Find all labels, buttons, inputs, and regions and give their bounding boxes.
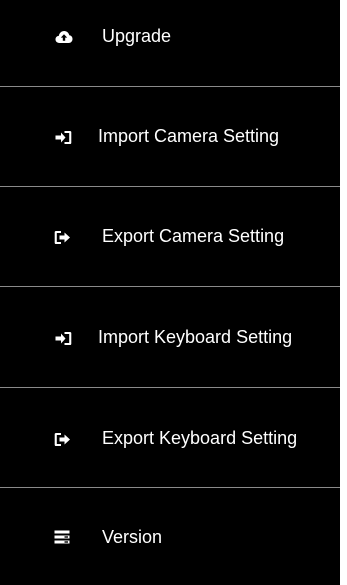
menu-item-label: Export Keyboard Setting xyxy=(102,428,298,448)
export-icon xyxy=(53,228,71,246)
right-edge xyxy=(340,0,347,585)
menu-item-label: Version xyxy=(102,527,163,547)
menu-item-label: Upgrade xyxy=(102,26,172,46)
import-icon xyxy=(54,329,72,347)
menu-item-upgrade[interactable]: Upgrade xyxy=(0,0,340,86)
menu-item-version[interactable]: Version xyxy=(0,488,340,585)
version-icon xyxy=(53,528,71,546)
import-icon xyxy=(54,128,72,146)
cloud-upload-icon xyxy=(55,28,73,46)
menu-item-import-camera-setting[interactable]: Import Camera Setting xyxy=(0,87,340,186)
menu-item-label: Import Keyboard Setting xyxy=(98,327,293,347)
menu-item-export-camera-setting[interactable]: Export Camera Setting xyxy=(0,187,340,286)
menu-item-label: Import Camera Setting xyxy=(98,126,280,146)
menu-item-export-keyboard-setting[interactable]: Export Keyboard Setting xyxy=(0,388,340,487)
settings-menu: Upgrade Import Camera Setting Export Cam… xyxy=(0,0,340,585)
menu-item-import-keyboard-setting[interactable]: Import Keyboard Setting xyxy=(0,287,340,387)
menu-item-label: Export Camera Setting xyxy=(102,226,285,246)
export-icon xyxy=(53,430,71,448)
